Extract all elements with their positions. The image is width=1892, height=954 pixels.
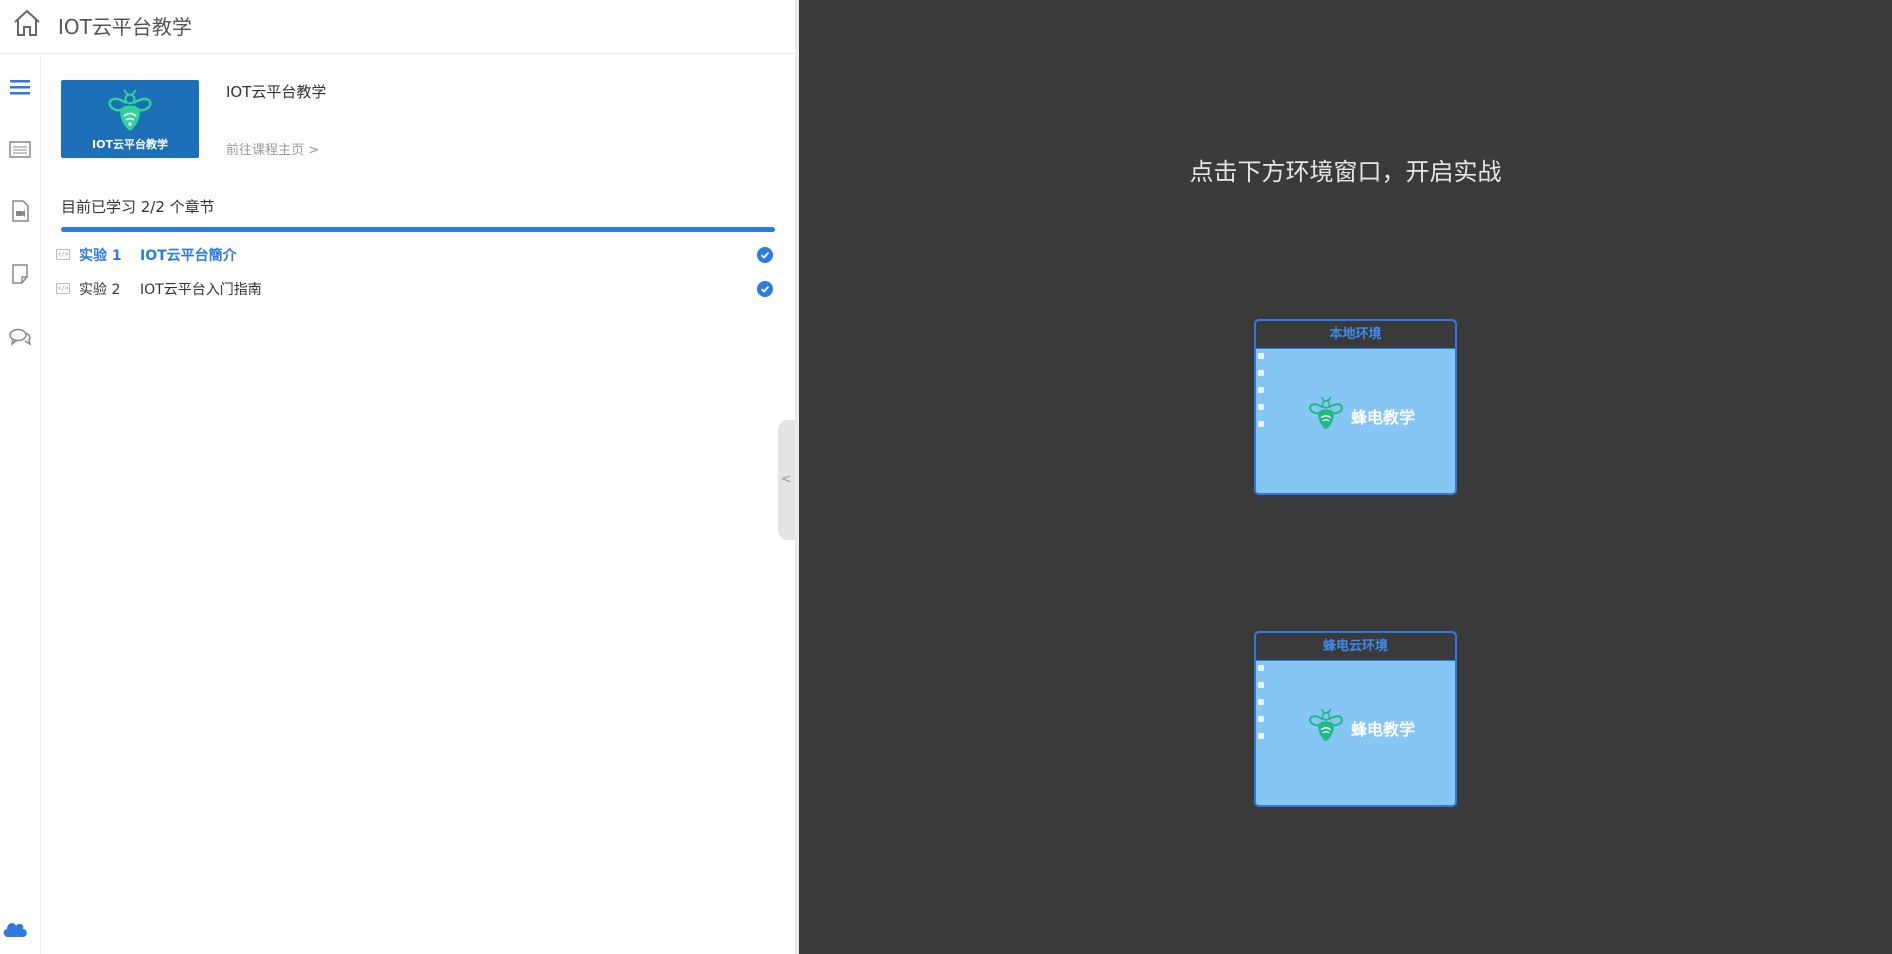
- environment-hint: 点击下方环境窗口，开启实战: [1189, 158, 1502, 186]
- thumbnail-caption: IOT云平台教学: [92, 138, 168, 151]
- local-environment-card[interactable]: 本地环境 蜂电教学: [1254, 319, 1457, 495]
- code-icon: </>: [56, 283, 70, 294]
- page-title: IOT云平台教学: [58, 15, 192, 39]
- cloud-icon[interactable]: [2, 917, 28, 939]
- check-circle-icon: [757, 281, 773, 297]
- environment-panel: 点击下方环境窗口，开启实战 本地环境 蜂电教学 蜂电云环境 蜂电教学: [799, 0, 1892, 954]
- logo-text: 蜂电教学: [1351, 720, 1416, 739]
- course-home-link[interactable]: 前往课程主页 >: [226, 139, 319, 158]
- list-icon[interactable]: [5, 134, 35, 164]
- note-icon[interactable]: [5, 259, 35, 289]
- lesson-title: IOT云平台簡介: [140, 248, 237, 264]
- lesson-number: 实验 1: [79, 248, 122, 264]
- desktop-icons: [1258, 665, 1266, 750]
- menu-icon[interactable]: [5, 72, 35, 102]
- env-label: 本地环境: [1256, 321, 1455, 349]
- desktop-icons: [1258, 353, 1266, 438]
- course-name: IOT云平台教学: [226, 83, 327, 101]
- collapse-panel-button[interactable]: <: [778, 420, 795, 540]
- lesson-title: IOT云平台入门指南: [140, 282, 262, 298]
- env-label: 蜂电云环境: [1256, 633, 1455, 661]
- top-bar: IOT云平台教学: [0, 0, 795, 54]
- course-thumbnail[interactable]: IOT云平台教学: [61, 80, 199, 158]
- bee-logo-icon: [1309, 396, 1343, 430]
- lesson-number: 实验 2: [79, 282, 121, 298]
- progress-bar: [61, 227, 775, 232]
- desktop-preview: 蜂电教学: [1256, 349, 1455, 493]
- home-icon[interactable]: [12, 8, 44, 40]
- icon-rail: [0, 55, 41, 954]
- video-file-icon[interactable]: [5, 196, 35, 226]
- course-panel: IOT云平台教学 IOT云平台教学 IOT云平台教学 前往课程主页 > 目前已学…: [0, 0, 795, 954]
- code-icon: </>: [56, 249, 70, 260]
- chat-icon[interactable]: [5, 322, 35, 352]
- bee-logo-icon: [108, 89, 152, 131]
- progress-fill: [61, 227, 775, 232]
- progress-label: 目前已学习 2/2 个章节: [61, 198, 215, 216]
- cloud-environment-card[interactable]: 蜂电云环境 蜂电教学: [1254, 631, 1457, 807]
- logo-text: 蜂电教学: [1351, 408, 1416, 427]
- desktop-preview: 蜂电教学: [1256, 661, 1455, 805]
- bee-logo-icon: [1309, 708, 1343, 742]
- lesson-item[interactable]: </> 实验 2 IOT云平台入门指南: [52, 275, 778, 303]
- lesson-item[interactable]: </> 实验 1 IOT云平台簡介: [52, 241, 778, 269]
- check-circle-icon: [757, 247, 773, 263]
